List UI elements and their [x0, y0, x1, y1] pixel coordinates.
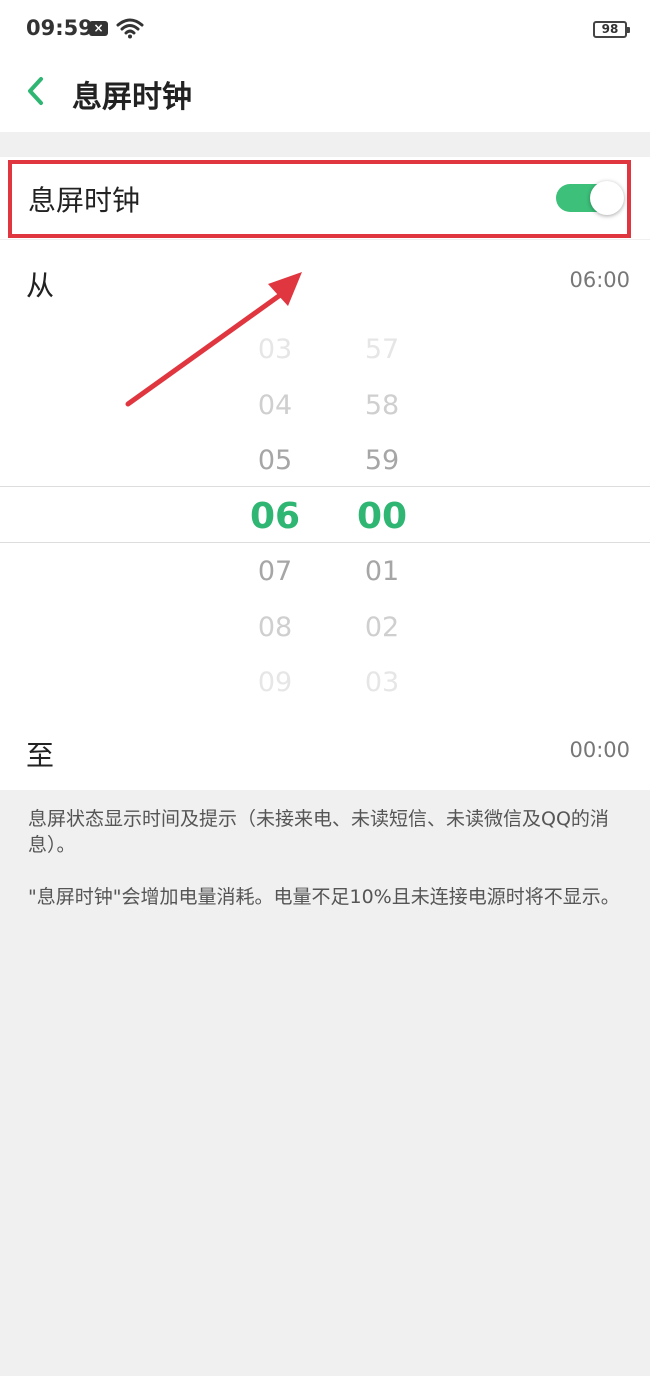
status-bar: 09:59 × 98 — [0, 0, 650, 60]
hour-option[interactable]: 03 — [220, 322, 330, 378]
hour-option[interactable]: 09 — [220, 655, 330, 711]
minute-option[interactable]: 59 — [327, 433, 437, 489]
hour-option[interactable]: 06 — [220, 489, 330, 545]
wifi-icon — [116, 18, 144, 39]
aod-clock-switch[interactable] — [556, 181, 626, 215]
time-range-panel: 从 06:00 03 04 05 06 07 08 09 57 58 59 00 01 02 03 至 … — [0, 240, 650, 790]
minute-wheel[interactable]: 57 58 59 00 01 02 03 — [327, 322, 437, 702]
hour-option[interactable]: 07 — [220, 544, 330, 600]
hour-option[interactable]: 08 — [220, 600, 330, 656]
switch-knob — [590, 181, 624, 215]
aod-clock-toggle-row[interactable]: 息屏时钟 — [0, 157, 650, 239]
to-time-value[interactable]: 00:00 — [569, 738, 630, 762]
from-label: 从 — [26, 269, 55, 302]
status-time: 09:59 — [26, 16, 93, 40]
from-time-value[interactable]: 06:00 — [569, 268, 630, 292]
minute-option[interactable]: 58 — [327, 378, 437, 434]
minute-option[interactable]: 02 — [327, 600, 437, 656]
hour-option[interactable]: 05 — [220, 433, 330, 489]
description-text-1: 息屏状态显示时间及提示（未接来电、未读短信、未读微信及QQ的消息）。 — [28, 808, 609, 856]
page-title: 息屏时钟 — [72, 80, 192, 115]
minute-option[interactable]: 57 — [327, 322, 437, 378]
minute-option[interactable]: 01 — [327, 544, 437, 600]
toggle-label: 息屏时钟 — [28, 184, 141, 217]
description-text-2: "息屏时钟"会增加电量消耗。电量不足10%且未连接电源时将不显示。 — [28, 886, 620, 908]
battery-indicator: 98 — [593, 21, 630, 38]
to-label: 至 — [26, 739, 55, 772]
hour-option[interactable]: 04 — [220, 378, 330, 434]
app-bar: 息屏时钟 — [0, 60, 650, 132]
chevron-left-icon[interactable] — [20, 72, 52, 110]
hour-wheel[interactable]: 03 04 05 06 07 08 09 — [220, 322, 330, 702]
mail-x-icon: × — [89, 21, 108, 36]
minute-option[interactable]: 00 — [327, 489, 437, 545]
minute-option[interactable]: 03 — [327, 655, 437, 711]
